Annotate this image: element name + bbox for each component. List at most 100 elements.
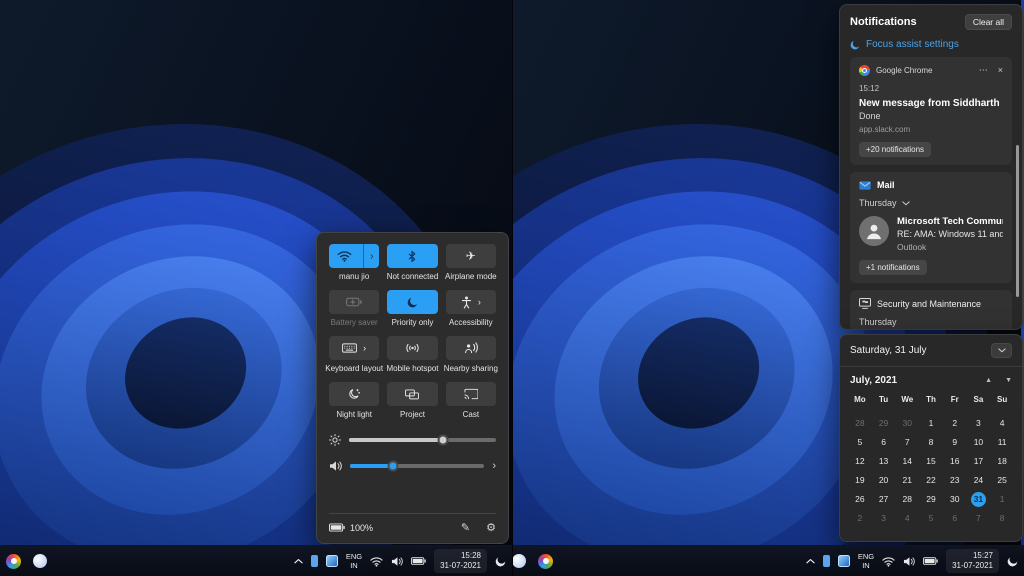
- pinwheel-app-icon[interactable]: [6, 554, 21, 569]
- calendar-day[interactable]: 19: [848, 471, 872, 490]
- tray-battery-icon[interactable]: [411, 557, 426, 565]
- volume-thumb[interactable]: [387, 461, 398, 472]
- calendar-day[interactable]: 7: [895, 433, 919, 452]
- calendar-day[interactable]: 2: [943, 414, 967, 433]
- language-indicator[interactable]: ENGIN: [346, 552, 362, 570]
- calendar-day[interactable]: 5: [848, 433, 872, 452]
- calendar-day[interactable]: 1: [919, 414, 943, 433]
- nearby-sharing-tile[interactable]: [446, 336, 496, 360]
- calendar-day[interactable]: 23: [943, 471, 967, 490]
- photos-tray-icon[interactable]: [838, 555, 850, 567]
- clear-all-button[interactable]: Clear all: [965, 14, 1012, 30]
- settings-gear-icon[interactable]: ⚙: [486, 521, 496, 534]
- mail-notification-card[interactable]: Mail Thursday Microsoft Tech Community R…: [850, 172, 1012, 283]
- calendar-day[interactable]: 5: [919, 509, 943, 528]
- battery-saver-tile[interactable]: [329, 290, 379, 314]
- calendar-day[interactable]: 8: [990, 509, 1014, 528]
- wifi-tile[interactable]: ›: [329, 244, 379, 268]
- tray-overflow-chevron-icon[interactable]: [806, 558, 815, 564]
- tray-volume-icon[interactable]: [903, 556, 915, 567]
- calendar-day[interactable]: 9: [943, 433, 967, 452]
- calendar-day[interactable]: 29: [919, 490, 943, 509]
- volume-slider[interactable]: ›: [329, 460, 496, 472]
- tray-wifi-icon[interactable]: [882, 556, 895, 567]
- calendar-day[interactable]: 31: [967, 490, 991, 509]
- calendar-day[interactable]: 10: [967, 433, 991, 452]
- chrome-notification-card[interactable]: Google Chrome ⋯ × 15:12 New message from…: [850, 57, 1012, 165]
- tray-wifi-icon[interactable]: [370, 556, 383, 567]
- more-mail-notifications-pill[interactable]: +1 notifications: [859, 260, 927, 275]
- brightness-slider[interactable]: [329, 434, 496, 446]
- calendar-day[interactable]: 30: [943, 490, 967, 509]
- bluetooth-tile[interactable]: [387, 244, 437, 268]
- more-notifications-pill[interactable]: +20 notifications: [859, 142, 931, 157]
- your-phone-tray-icon[interactable]: [311, 555, 318, 567]
- volume-track[interactable]: [350, 464, 484, 468]
- calendar-day[interactable]: 24: [967, 471, 991, 490]
- notification-close-icon[interactable]: ×: [998, 65, 1003, 76]
- calendar-day[interactable]: 13: [872, 452, 896, 471]
- calendar-day[interactable]: 30: [895, 414, 919, 433]
- calendar-prev-month-icon[interactable]: ▲: [985, 377, 992, 384]
- calendar-day[interactable]: 26: [848, 490, 872, 509]
- calendar-day[interactable]: 29: [872, 414, 896, 433]
- calendar-day[interactable]: 1: [990, 490, 1014, 509]
- calendar-day[interactable]: 2: [848, 509, 872, 528]
- volume-output-chevron[interactable]: ›: [492, 460, 496, 472]
- keyboard-layout-tile[interactable]: ›: [329, 336, 379, 360]
- calendar-day[interactable]: 4: [990, 414, 1014, 433]
- calendar-day[interactable]: 14: [895, 452, 919, 471]
- calendar-day[interactable]: 27: [872, 490, 896, 509]
- white-app-icon[interactable]: [512, 554, 526, 568]
- notification-more-icon[interactable]: ⋯: [979, 65, 988, 76]
- accessibility-tile[interactable]: ›: [446, 290, 496, 314]
- focus-assist-tile[interactable]: [387, 290, 437, 314]
- tray-overflow-chevron-icon[interactable]: [294, 558, 303, 564]
- wifi-expand-chevron[interactable]: ›: [363, 244, 379, 268]
- mail-day-group-toggle[interactable]: Thursday: [859, 198, 1003, 208]
- calendar-day[interactable]: 20: [872, 471, 896, 490]
- calendar-day[interactable]: 21: [895, 471, 919, 490]
- language-indicator[interactable]: ENGIN: [858, 552, 874, 570]
- focus-assist-tray-moon-icon[interactable]: [494, 554, 508, 568]
- calendar-day[interactable]: 6: [872, 433, 896, 452]
- notifications-scrollbar[interactable]: [1016, 145, 1019, 297]
- calendar-day[interactable]: 12: [848, 452, 872, 471]
- pinwheel-app-icon[interactable]: [538, 554, 553, 569]
- battery-status[interactable]: 100%: [329, 523, 373, 533]
- focus-assist-tray-moon-icon[interactable]: [1006, 554, 1020, 568]
- calendar-day[interactable]: 8: [919, 433, 943, 452]
- calendar-month-label[interactable]: July, 2021: [850, 375, 897, 386]
- mobile-hotspot-tile[interactable]: [387, 336, 437, 360]
- calendar-day[interactable]: 6: [943, 509, 967, 528]
- calendar-day[interactable]: 11: [990, 433, 1014, 452]
- calendar-day[interactable]: 25: [990, 471, 1014, 490]
- calendar-day[interactable]: 16: [943, 452, 967, 471]
- tray-battery-icon[interactable]: [923, 557, 938, 565]
- edit-quick-settings-icon[interactable]: ✎: [461, 521, 470, 534]
- white-app-icon[interactable]: [33, 554, 47, 568]
- night-light-tile[interactable]: [329, 382, 379, 406]
- your-phone-tray-icon[interactable]: [823, 555, 830, 567]
- calendar-day[interactable]: 17: [967, 452, 991, 471]
- airplane-mode-tile[interactable]: ✈: [446, 244, 496, 268]
- clock-and-date[interactable]: 15:28 31-07-2021: [434, 549, 487, 574]
- project-tile[interactable]: [387, 382, 437, 406]
- calendar-day[interactable]: 15: [919, 452, 943, 471]
- calendar-collapse-button[interactable]: [991, 343, 1012, 358]
- photos-tray-icon[interactable]: [326, 555, 338, 567]
- brightness-thumb[interactable]: [438, 435, 449, 446]
- calendar-next-month-icon[interactable]: ▼: [1005, 377, 1012, 384]
- security-notification-card[interactable]: Security and Maintenance Thursday Check …: [850, 290, 1012, 330]
- tray-volume-icon[interactable]: [391, 556, 403, 567]
- calendar-day[interactable]: 18: [990, 452, 1014, 471]
- calendar-day[interactable]: 4: [895, 509, 919, 528]
- calendar-day[interactable]: 22: [919, 471, 943, 490]
- calendar-day[interactable]: 3: [872, 509, 896, 528]
- calendar-day[interactable]: 28: [895, 490, 919, 509]
- calendar-day[interactable]: 7: [967, 509, 991, 528]
- clock-and-date[interactable]: 15:27 31-07-2021: [946, 549, 999, 574]
- calendar-day[interactable]: 28: [848, 414, 872, 433]
- calendar-day[interactable]: 3: [967, 414, 991, 433]
- focus-assist-settings-link[interactable]: Focus assist settings: [850, 39, 1012, 50]
